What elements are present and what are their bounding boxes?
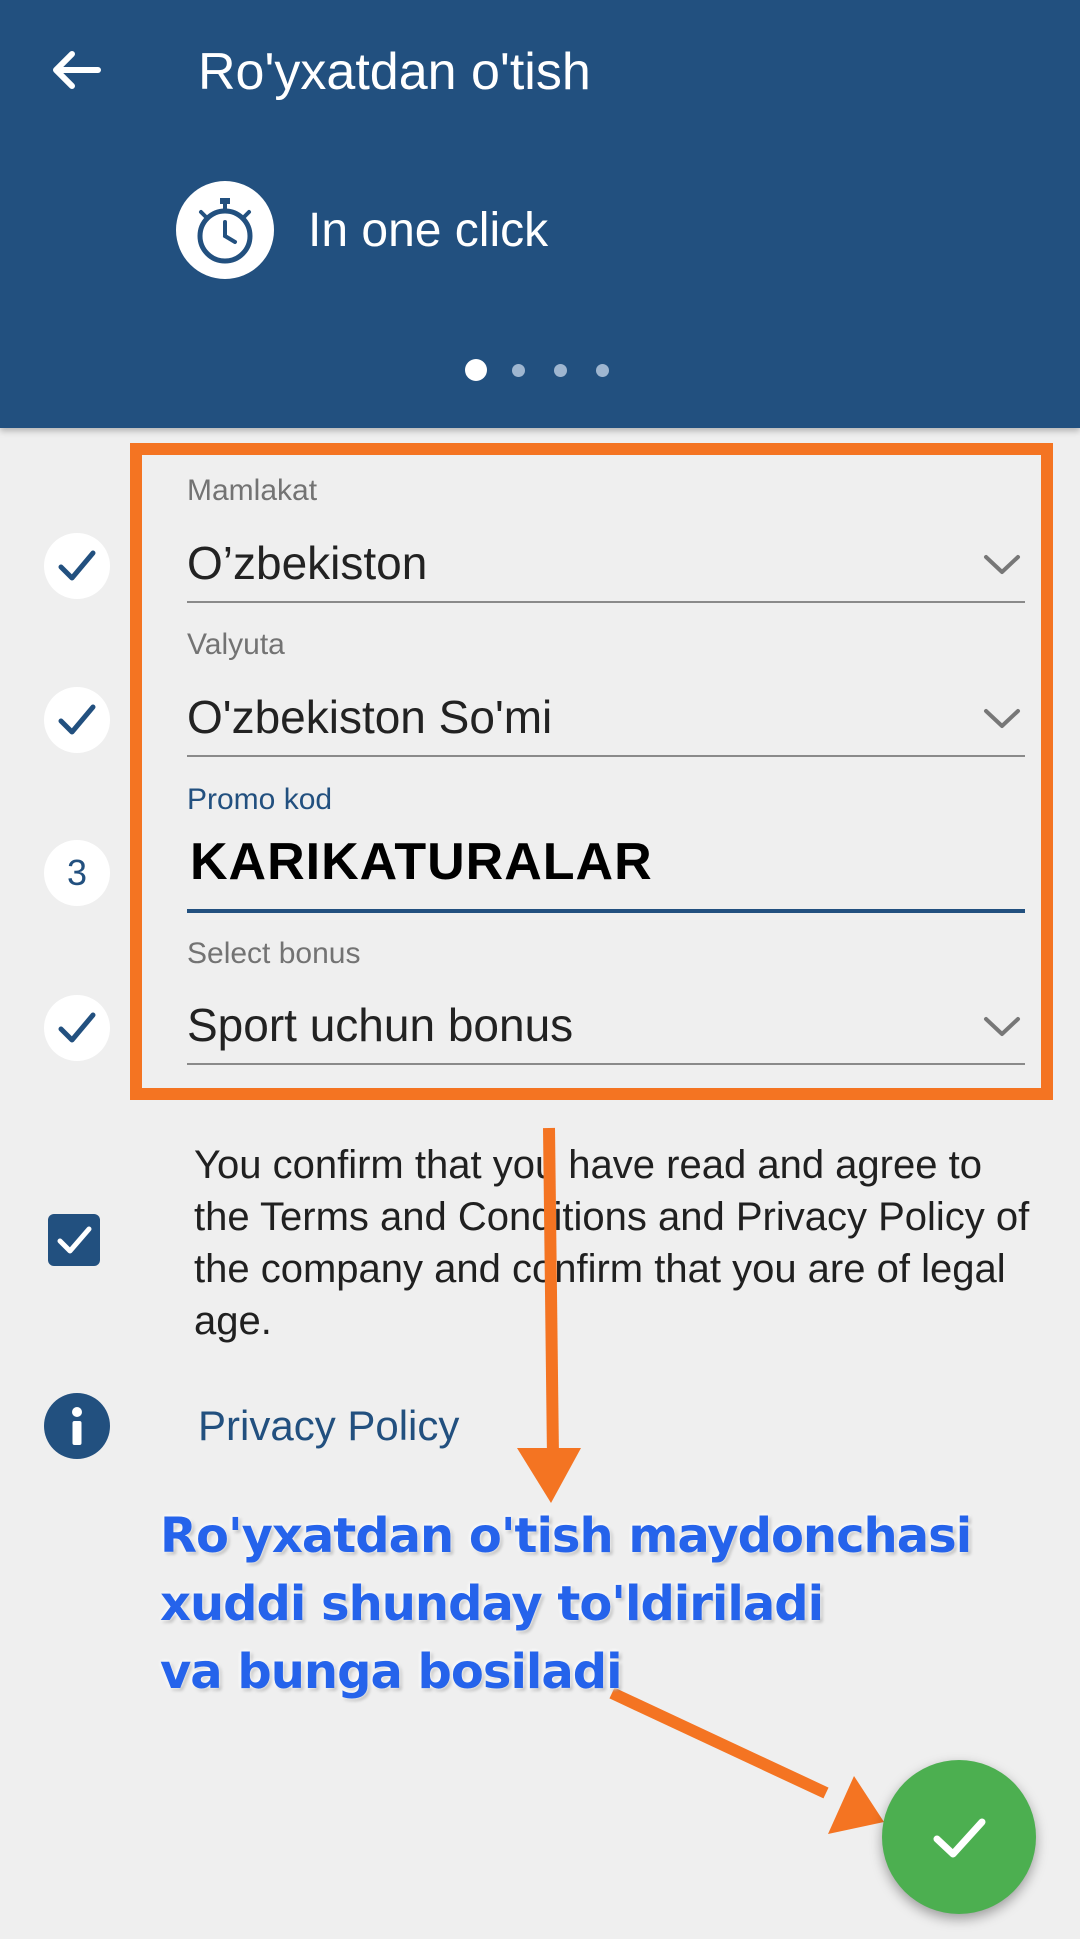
pager-dots [0,359,1080,381]
back-arrow-icon[interactable] [40,36,112,108]
registration-mode-label: In one click [308,204,549,257]
annotation-line: va bunga bosiladi [160,1644,623,1700]
annotation-line: xuddi shunday to'ldiriladi [160,1576,824,1632]
pager-dot[interactable] [596,364,609,377]
check-icon [933,1818,986,1858]
checkbox-check-icon [57,1226,92,1254]
terms-text: You confirm that you have read and agree… [194,1143,1030,1343]
annotation-text: Ro'yxatdan o'tish maydonchasi xuddi shun… [160,1502,1040,1706]
confirm-button[interactable] [882,1760,1036,1914]
pager-dot[interactable] [554,364,567,377]
check-icon [58,550,96,581]
annotation-highlight-box [130,443,1053,1100]
privacy-policy-link[interactable]: Privacy Policy [198,1402,459,1450]
check-icon [58,704,96,735]
step-number-promo: 3 [44,840,110,906]
step-check-country [44,533,110,599]
page-title: Ro'yxatdan o'tish [198,43,591,101]
annotation-line: Ro'yxatdan o'tish maydonchasi [160,1508,972,1564]
stopwatch-icon [176,181,274,279]
step-check-bonus [44,995,110,1061]
app-header: Ro'yxatdan o'tish In one click [0,0,1080,428]
check-icon [58,1012,96,1043]
step-check-currency [44,687,110,753]
info-icon [44,1393,110,1459]
pager-dot-active[interactable] [465,359,487,381]
terms-checkbox[interactable] [48,1214,100,1266]
step-number: 3 [66,852,88,893]
pager-dot[interactable] [512,364,525,377]
